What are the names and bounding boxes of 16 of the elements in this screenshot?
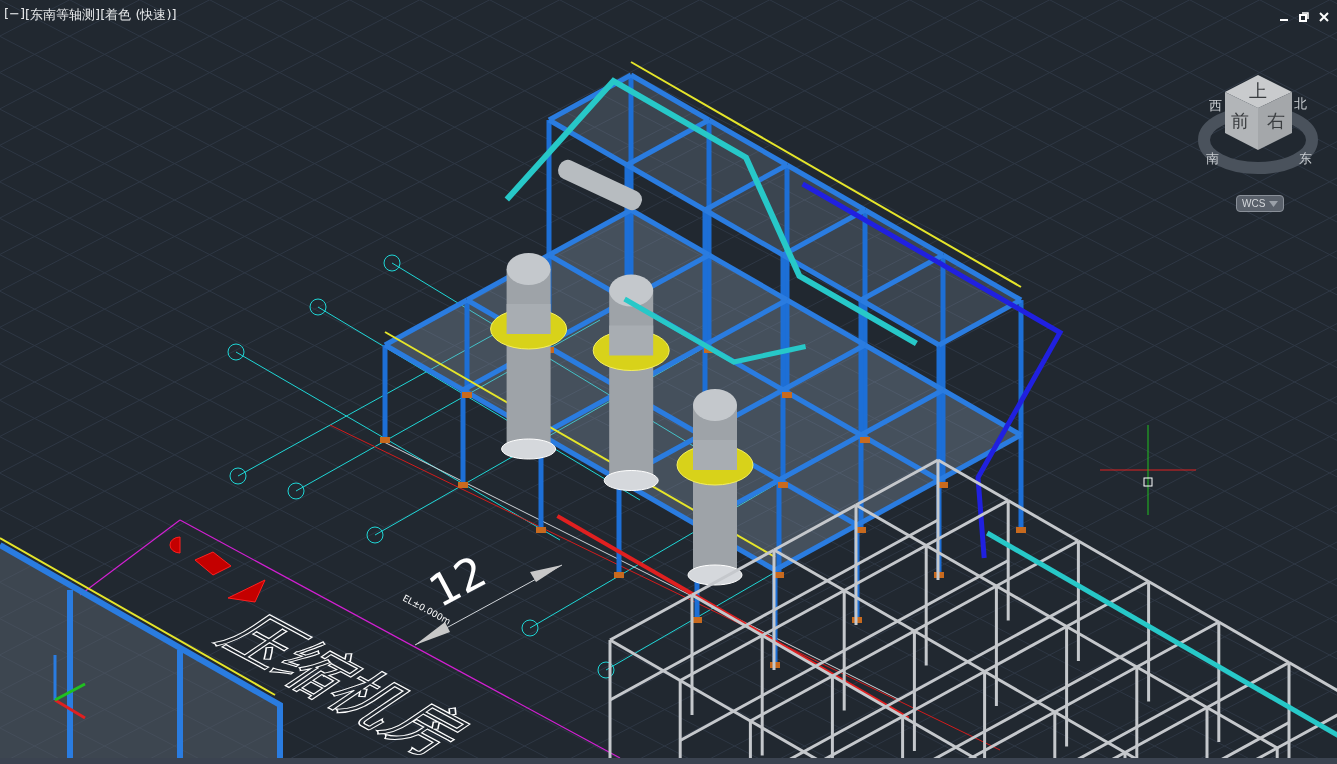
compass-label[interactable]: 东 (1298, 151, 1312, 166)
viewport-menu[interactable]: [−] (4, 6, 26, 24)
restore-icon[interactable] (1297, 10, 1311, 24)
viewcube-front-face[interactable]: 前 (1231, 110, 1249, 131)
compass-label[interactable]: 北 (1293, 96, 1307, 111)
close-icon[interactable] (1317, 10, 1331, 24)
compass-label[interactable]: 西 (1208, 98, 1222, 113)
crosshair-cursor-icon (1099, 424, 1197, 516)
caret-icon (1269, 200, 1279, 207)
visual-style-menu[interactable]: [着色 (快速)] (100, 6, 177, 24)
ucs-axis-icon (53, 655, 86, 720)
compass-label[interactable]: 南 (1205, 151, 1219, 166)
view-menu[interactable]: [东南等轴测] (25, 6, 101, 24)
ucs-menu-button[interactable]: WCS (1236, 195, 1285, 212)
viewcube-top-face[interactable]: 上 (1249, 80, 1267, 101)
viewcube-right-face[interactable]: 右 (1267, 110, 1285, 131)
